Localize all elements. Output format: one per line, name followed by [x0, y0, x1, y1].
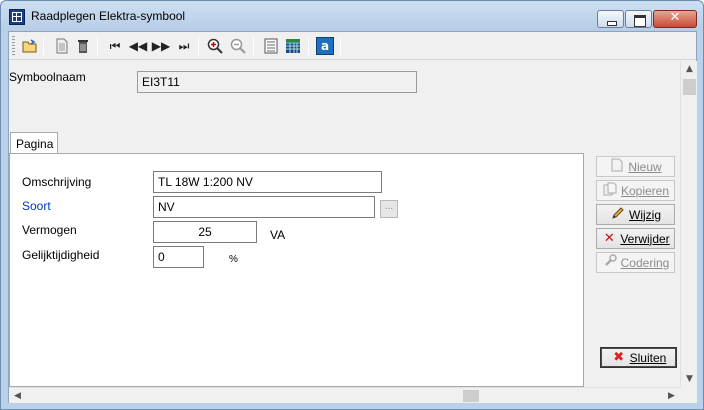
scroll-down-icon[interactable]: ▼ — [681, 371, 698, 387]
kopieren-label: Kopieren — [620, 183, 670, 198]
vermogen-unit: VA — [270, 228, 286, 242]
open-folder-icon[interactable] — [21, 37, 39, 55]
toolbar-separator — [308, 37, 309, 55]
previous-record-icon[interactable]: ◀◀ — [129, 37, 147, 55]
soort-browse-button[interactable]: ... — [380, 200, 398, 218]
list-view-icon[interactable] — [262, 37, 280, 55]
next-record-icon[interactable]: ▶▶ — [152, 37, 170, 55]
horizontal-scroll-thumb[interactable] — [463, 390, 479, 402]
document-icon[interactable] — [53, 37, 71, 55]
sluiten-button[interactable]: ✖ Sluiten — [600, 347, 677, 368]
omschrijving-label: Omschrijving — [22, 175, 92, 189]
toolbar-separator — [253, 37, 254, 55]
soort-label[interactable]: Soort — [22, 199, 51, 213]
first-record-icon[interactable]: ⏮ — [106, 37, 124, 55]
nieuw-label: Nieuw — [628, 159, 662, 174]
gelijktijdigheid-unit: % — [229, 254, 238, 265]
window-title: Raadplegen Elektra-symbool — [31, 9, 186, 23]
copy-icon — [602, 182, 618, 200]
vermogen-label: Vermogen — [22, 223, 77, 237]
symboolnaam-field: EI3T11 — [137, 71, 417, 93]
zoom-out-icon[interactable] — [229, 37, 247, 55]
maximize-button[interactable] — [625, 10, 652, 28]
soort-field[interactable]: NV — [153, 196, 375, 218]
sluiten-label: Sluiten — [629, 350, 667, 365]
toolbar-separator — [198, 37, 199, 55]
wijzig-label: Wijzig — [629, 207, 661, 222]
delete-x-icon: ✕ — [603, 231, 615, 246]
new-document-icon — [609, 158, 625, 176]
scrollbar-corner — [680, 387, 697, 403]
codering-label: Codering — [620, 255, 670, 270]
scroll-right-icon[interactable]: ▶ — [663, 388, 680, 404]
verwijder-button[interactable]: ✕ Verwijder — [596, 228, 675, 249]
vertical-scroll-thumb[interactable] — [683, 79, 696, 95]
toolbar-grip[interactable] — [12, 36, 15, 56]
omschrijving-field[interactable]: TL 18W 1:200 NV — [153, 171, 382, 193]
close-window-button[interactable]: ✕ — [653, 10, 697, 28]
client-area: ⏮ ◀◀ ▶▶ ⏭ a Symboolnaam EI3T11 Pagina Om… — [8, 31, 697, 403]
toolbar-separator — [97, 37, 98, 55]
delete-icon[interactable] — [74, 37, 92, 55]
close-x-icon: ✖ — [613, 350, 625, 365]
toolbar: ⏮ ◀◀ ▶▶ ⏭ a — [9, 32, 696, 60]
gelijktijdigheid-label: Gelijktijdigheid — [22, 248, 100, 262]
nieuw-button[interactable]: Nieuw — [596, 156, 675, 177]
toolbar-separator — [43, 37, 44, 55]
verwijder-label: Verwijder — [620, 231, 670, 246]
zoom-in-icon[interactable] — [206, 37, 224, 55]
minimize-button[interactable] — [597, 10, 624, 28]
title-bar[interactable]: Raadplegen Elektra-symbool ✕ — [1, 1, 703, 31]
scroll-up-icon[interactable]: ▲ — [681, 61, 698, 77]
wijzig-button[interactable]: Wijzig — [596, 204, 675, 225]
form-area: Symboolnaam EI3T11 Pagina Omschrijving T… — [9, 61, 680, 387]
table-view-icon[interactable] — [284, 37, 302, 55]
pencil-icon — [610, 206, 626, 224]
app-window: Raadplegen Elektra-symbool ✕ ⏮ ◀◀ ▶▶ ⏭ a… — [0, 0, 704, 410]
codering-button[interactable]: Codering — [596, 252, 675, 273]
toolbar-separator — [340, 37, 341, 55]
vermogen-field[interactable]: 25 — [153, 221, 257, 243]
symboolnaam-label: Symboolnaam — [9, 70, 86, 84]
horizontal-scrollbar[interactable]: ◀ ▶ — [9, 387, 680, 403]
wrench-icon — [602, 253, 618, 272]
app-grid-icon — [9, 9, 25, 25]
kopieren-button[interactable]: Kopieren — [596, 180, 675, 201]
gelijktijdigheid-field[interactable]: 0 — [153, 246, 204, 268]
scroll-left-icon[interactable]: ◀ — [9, 388, 26, 404]
close-icon: ✕ — [669, 10, 681, 25]
tab-pagina[interactable]: Pagina — [10, 132, 58, 154]
vertical-scrollbar[interactable]: ▲ ▼ — [680, 61, 697, 387]
last-record-icon[interactable]: ⏭ — [175, 37, 193, 55]
text-a-icon[interactable]: a — [316, 37, 334, 55]
